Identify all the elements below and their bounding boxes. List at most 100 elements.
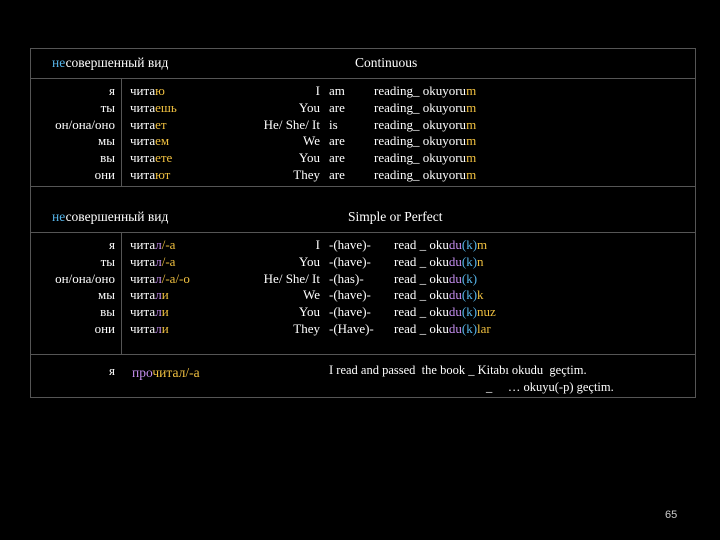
verb-ending: ет — [155, 116, 167, 132]
auxiliary-en-row: are — [329, 100, 345, 117]
pronoun-ru-row: ты — [30, 100, 115, 117]
verb-stem: чита — [130, 133, 156, 149]
pronoun-en: We — [303, 133, 320, 149]
verb-ru-row: читали — [130, 287, 190, 304]
row-divider — [30, 78, 696, 79]
pronoun-en: He/ She/ It — [263, 116, 320, 132]
section1-aux-en: am are is are are are — [329, 83, 345, 184]
reading-row: reading_ okuyorum — [374, 167, 476, 184]
read-row: read _ okudu(k)lar — [394, 321, 496, 338]
verb-stem: чита — [130, 99, 156, 115]
pronoun-en-row: They — [220, 167, 320, 184]
reading-ending: m — [466, 83, 477, 98]
pronoun-ru: они — [94, 320, 115, 336]
auxiliary-en: am — [329, 83, 345, 98]
pronoun-en: He/ She/ It — [263, 270, 320, 286]
auxiliary-en-row: are — [329, 133, 345, 150]
reading-row: reading_ okuyorum — [374, 100, 476, 117]
verb-ru-row: читали — [130, 321, 190, 338]
auxiliary-en-row: -(have)- — [329, 304, 374, 321]
verb-stem: чита — [130, 253, 156, 269]
verb-stem: чита — [130, 150, 156, 166]
auxiliary-en: are — [329, 150, 345, 166]
section2-read-forms: read _ okudu(k)m read _ okudu(k)n read _ o… — [394, 237, 496, 338]
pronoun-en-row: You — [220, 304, 320, 321]
page-number: 65 — [665, 509, 678, 521]
verb-stem: чита — [130, 287, 156, 303]
pronoun-ru-row: я — [30, 83, 115, 100]
pronoun-ru: он/она/оно — [55, 270, 115, 286]
verb-ru-row: читал/-а — [130, 254, 190, 271]
read-past-suffix: du — [448, 253, 462, 269]
read-consonant: (k) — [461, 287, 478, 303]
auxiliary-en-row: -(has)- — [329, 271, 374, 288]
verb-stem: чита — [130, 83, 156, 98]
read-row: read _ okudu(k)m — [394, 237, 496, 254]
pronoun-en-row: He/ She/ It — [220, 117, 320, 134]
pronoun-en-row: I — [220, 83, 320, 100]
verb-ending: ют — [155, 166, 171, 182]
pronoun-en-row: They — [220, 321, 320, 338]
pronoun-ru-row: вы — [30, 150, 115, 167]
auxiliary-en: -(Have)- — [329, 320, 374, 336]
auxiliary-en-row: -(Have)- — [329, 321, 374, 338]
auxiliary-en: are — [329, 99, 345, 115]
pronoun-ru: они — [94, 166, 115, 182]
pronoun-ru: вы — [100, 150, 115, 166]
verb-ending: /-а — [161, 253, 176, 269]
verb-ending: и — [161, 320, 169, 336]
read-past-suffix: du — [448, 270, 462, 286]
pronoun-ru: он/она/оно — [55, 116, 115, 132]
verb-ending: /-а/-о — [161, 270, 190, 286]
section2-tense-header: Simple or Perfect — [348, 209, 443, 224]
verb-ending: ю — [155, 83, 165, 98]
auxiliary-en-row: am — [329, 83, 345, 100]
verb-ru-row: читает — [130, 117, 177, 134]
read-consonant: (k) — [461, 320, 478, 336]
pronoun-ru-row: они — [30, 167, 115, 184]
row-divider — [30, 232, 696, 233]
section2-aux-en: -(have)- -(have)- -(has)- -(have)- -(have)- -… — [329, 237, 374, 338]
read-row: read _ okudu(k)nuz — [394, 304, 496, 321]
verb-ending: ем — [155, 133, 170, 149]
section3-example-sentence: I read and passed the book _ Kitabı okud… — [329, 363, 587, 377]
pronoun-en: You — [298, 253, 320, 269]
reading-row: reading_ okuyorum — [374, 83, 476, 100]
auxiliary-en: are — [329, 166, 345, 182]
pronoun-ru: я — [109, 83, 115, 98]
auxiliary-en: -(have)- — [329, 304, 371, 320]
pronoun-en-row: I — [220, 237, 320, 254]
pronoun-ru-row: мы — [30, 133, 115, 150]
auxiliary-en-row: -(have)- — [329, 237, 374, 254]
verb-ending: и — [161, 304, 169, 320]
auxiliary-en-row: -(have)- — [329, 254, 374, 271]
reading-word: reading_ okuyoru — [374, 116, 467, 132]
section1-verbs-ru: читаю читаешь читает читаем читаете читают — [130, 83, 177, 184]
pronoun-ru-row: вы — [30, 304, 115, 321]
read-row: read _ okudu(k) — [394, 271, 496, 288]
pronoun-ru: мы — [98, 133, 115, 149]
read-word: read _ oku — [394, 270, 449, 286]
read-past-suffix: du — [448, 287, 462, 303]
pronoun-ru: мы — [98, 287, 115, 303]
reading-word: reading_ okuyoru — [374, 83, 467, 98]
reading-ending: m — [466, 133, 477, 149]
verb-stem: чита — [130, 304, 156, 320]
read-word: read _ oku — [394, 237, 449, 252]
read-past-suffix: du — [448, 304, 462, 320]
auxiliary-en: are — [329, 133, 345, 149]
pronoun-ru-row: ты — [30, 254, 115, 271]
read-word: read _ oku — [394, 253, 449, 269]
reading-ending: m — [466, 116, 477, 132]
pronoun-ru: ты — [100, 99, 115, 115]
pronoun-ru: я — [109, 237, 115, 252]
pronoun-ru: вы — [100, 304, 115, 320]
pronoun-en: You — [298, 304, 320, 320]
row-divider — [30, 354, 696, 355]
read-consonant: (k) — [461, 304, 478, 320]
pronoun-ru-row: он/она/оно — [30, 271, 115, 288]
pronoun-en: You — [298, 99, 320, 115]
verb-ru-row: читаете — [130, 150, 177, 167]
section1-reading-forms: reading_ okuyorum reading_ okuyorum readin… — [374, 83, 476, 184]
verb-ru-row: читаю — [130, 83, 177, 100]
